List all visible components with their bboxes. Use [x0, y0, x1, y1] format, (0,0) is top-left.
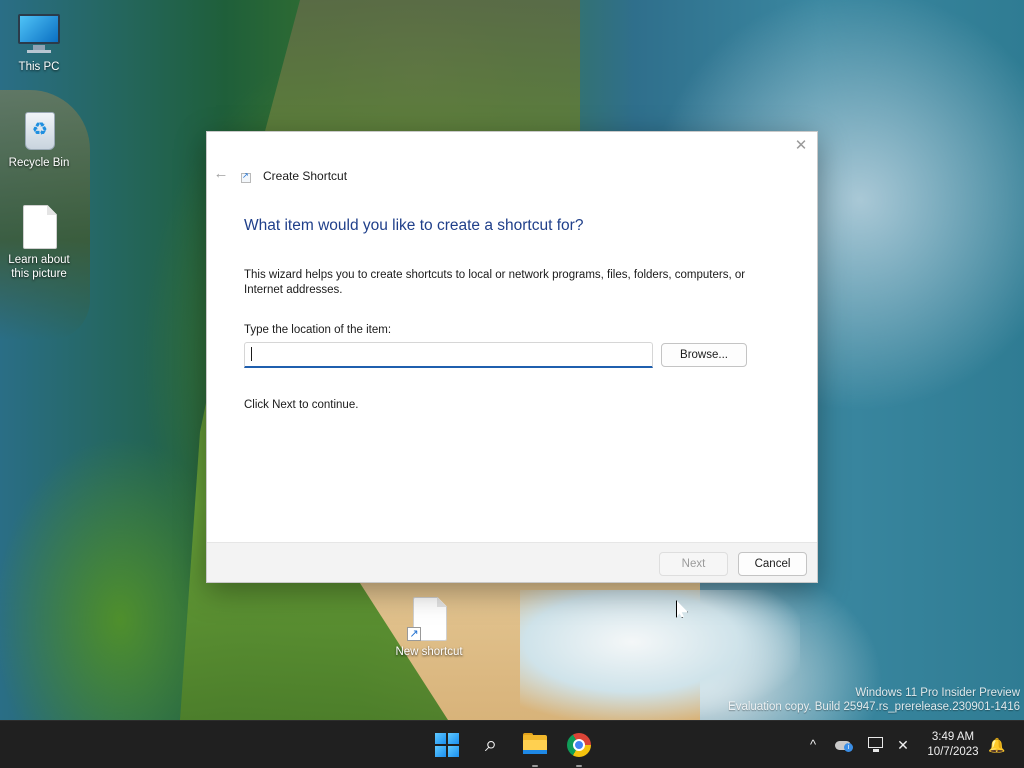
desktop-icon-label: Learn about: [8, 254, 70, 266]
desktop-icon-this-pc[interactable]: This PC: [1, 12, 77, 74]
create-shortcut-dialog: ✕ ← Create Shortcut What item would you …: [206, 131, 818, 583]
start-button[interactable]: [431, 729, 463, 761]
location-input[interactable]: [244, 342, 653, 368]
watermark-line1: Windows 11 Pro Insider Preview: [855, 687, 1020, 699]
dialog-title: Create Shortcut: [263, 169, 348, 183]
chrome-button[interactable]: [563, 729, 595, 767]
running-indicator: [532, 765, 538, 767]
clock-time: 3:49 AM: [931, 731, 975, 743]
file-explorer-button[interactable]: [519, 729, 551, 767]
volume-muted-icon[interactable]: ✕: [893, 721, 913, 768]
dialog-footer: Next Cancel: [207, 542, 817, 582]
desktop-icon-recycle-bin[interactable]: ♻ Recycle Bin: [1, 108, 77, 170]
onedrive-icon[interactable]: i: [835, 738, 855, 752]
wizard-description: This wizard helps you to create shortcut…: [244, 269, 746, 296]
windows-watermark: Windows 11 Pro Insider Preview Evaluatio…: [728, 686, 1020, 714]
location-label: Type the location of the item:: [244, 324, 392, 336]
monitor-icon: [17, 12, 61, 56]
desktop-icon-label: This PC: [18, 61, 60, 73]
continue-hint: Click Next to continue.: [244, 399, 359, 411]
close-icon[interactable]: ✕: [793, 138, 809, 154]
desktop-icon-label: Recycle Bin: [8, 157, 70, 169]
clock-date: 10/7/2023: [927, 746, 979, 758]
notification-bell-icon[interactable]: 🔔: [988, 721, 1006, 768]
next-button[interactable]: Next: [659, 552, 728, 576]
cancel-button[interactable]: Cancel: [738, 552, 807, 576]
recycle-bin-icon: ♻: [17, 108, 61, 152]
shortcut-icon: ↗: [407, 597, 451, 641]
back-arrow-icon[interactable]: ←: [213, 166, 229, 182]
shortcut-arrow-icon: ↗: [407, 627, 421, 641]
document-icon: [17, 205, 61, 249]
desktop-icon-learn-about-picture[interactable]: Learn about this picture: [1, 205, 77, 281]
text-caret: [251, 347, 252, 361]
search-icon[interactable]: ⌕: [475, 729, 507, 761]
taskbar: ⌕ ^ i ✕ 3:49 AM 10/7/2023 🔔: [0, 720, 1024, 768]
desktop-icon-label: New shortcut: [395, 646, 463, 658]
network-icon[interactable]: [867, 736, 885, 754]
clock[interactable]: 3:49 AM 10/7/2023: [921, 721, 985, 768]
desktop-icon-new-shortcut[interactable]: ↗ New shortcut: [391, 597, 467, 659]
watermark-line2: Evaluation copy. Build 25947.rs_prerelea…: [728, 701, 1020, 713]
shortcut-wizard-icon: [241, 171, 251, 183]
running-indicator: [576, 765, 582, 767]
desktop-icon-label: this picture: [11, 268, 67, 280]
wizard-heading: What item would you like to create a sho…: [244, 217, 584, 234]
browse-button[interactable]: Browse...: [661, 343, 747, 367]
show-hidden-icons-chevron-icon[interactable]: ^: [805, 721, 821, 768]
